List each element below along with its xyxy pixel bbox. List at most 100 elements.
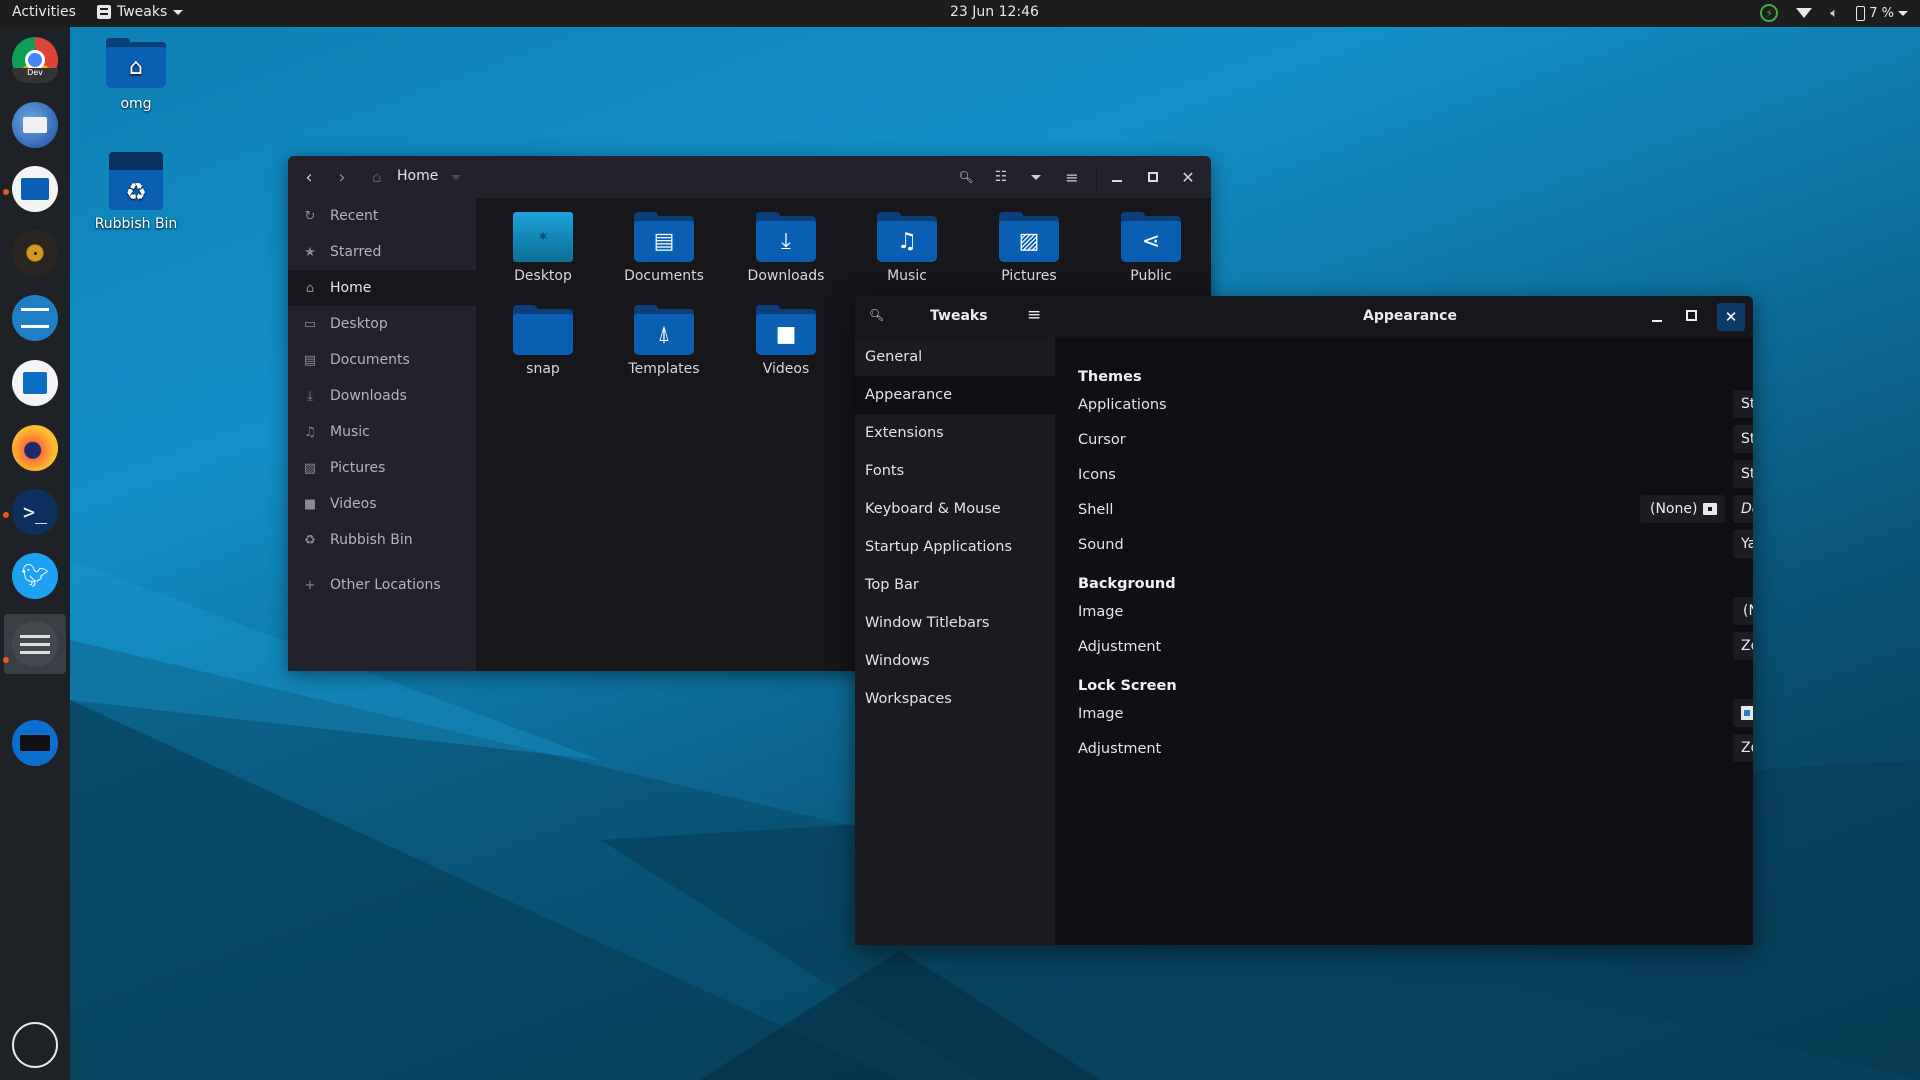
app-menu[interactable]: Tweaks [97,4,184,20]
sidebar-item-home[interactable]: ⌂ Home [288,270,476,306]
dock-item-chrome-dev[interactable]: Dev [12,37,58,83]
power-profile-icon[interactable]: ⚡ [1760,4,1779,22]
file-item-desktop[interactable]: ✶ Desktop [488,212,598,284]
home-folder-icon: ⌂ [106,38,166,90]
appearance-panel: Themes Applications StarLabs-Dark Cursor… [1055,338,1753,945]
sidebar-item-documents[interactable]: ▤ Documents [288,342,476,378]
sidebar-item-label: Downloads [330,388,407,404]
nav-item-window-titlebars[interactable]: Window Titlebars [855,604,1055,642]
desktop-icon-home[interactable]: ⌂ omg [86,38,186,112]
maximize-button[interactable] [1686,310,1697,321]
pictures-folder-icon: ▨ [999,212,1059,262]
search-icon[interactable]: 🔍︎ [955,166,977,188]
running-indicator [3,657,9,663]
file-item-templates[interactable]: ⍋ Templates [609,305,719,377]
sidebar-item-rubbish-bin[interactable]: ♻︎ Rubbish Bin [288,522,476,558]
dock-item-rhythmbox[interactable] [12,230,58,276]
dock-item-camera[interactable] [12,720,58,766]
background-adjustment-dropdown[interactable]: Zoom [1733,632,1753,660]
nav-item-extensions[interactable]: Extensions [855,414,1055,452]
nav-item-fonts[interactable]: Fonts [855,452,1055,490]
sound-theme-dropdown[interactable]: Yaru [1733,530,1753,558]
sidebar-item-starred[interactable]: ★ Starred [288,234,476,270]
file-chooser-value: (None) [1743,603,1753,619]
file-item-videos[interactable]: ■ Videos [731,305,841,377]
setting-label-sound: Sound [1078,537,1124,553]
background-image-chooser[interactable]: (None) [1733,597,1753,625]
cursor-theme-dropdown[interactable]: StarLabs [1733,425,1753,453]
setting-label-background-image: Image [1078,604,1124,620]
activities-button[interactable]: Activities [12,4,76,20]
nav-item-startup-applications[interactable]: Startup Applications [855,528,1055,566]
system-tray[interactable]: ⚡ 🔈︎ 7 % [1760,2,1908,24]
file-item-documents[interactable]: ▤ Documents [609,212,719,284]
menu-icon[interactable]: ≡ [1061,166,1083,188]
sidebar-item-other-locations[interactable]: + Other Locations [288,567,476,603]
battery-area[interactable]: 7 % [1856,5,1908,21]
file-item-label: Documents [624,268,704,284]
file-item-public[interactable]: ⋖ Public [1096,212,1206,284]
close-button[interactable]: ✕ [1717,303,1745,331]
clock[interactable]: 23 Jun 12:46 [950,4,1039,20]
sidebar-item-recent[interactable]: ↻ Recent [288,198,476,234]
twitter-icon: 🐦︎ [21,563,49,589]
maximize-button[interactable] [1142,166,1164,188]
sidebar-item-pictures[interactable]: ▨ Pictures [288,450,476,486]
dock-item-twitter[interactable]: 🐦︎ [12,553,58,599]
camera-icon [20,735,50,751]
sidebar-item-label: Rubbish Bin [330,532,413,548]
sidebar-item-desktop[interactable]: ▭ Desktop [288,306,476,342]
minimize-button[interactable] [1652,320,1662,322]
shell-theme-dropdown[interactable]: Default [1733,495,1753,523]
desktop-icon-label: Rubbish Bin [94,216,178,232]
dropdown-value: StarLabs-Dark [1741,396,1753,412]
dock-item-terminal[interactable]: >_ [12,489,58,535]
show-applications-button[interactable] [12,1022,58,1068]
dock-item-tweaks[interactable] [4,614,66,674]
sidebar-item-downloads[interactable]: ⤓ Downloads [288,378,476,414]
nav-item-workspaces[interactable]: Workspaces [855,680,1055,718]
icons-theme-dropdown[interactable]: StarLabs-Circle [1733,460,1753,488]
video-icon: ■ [303,496,317,512]
setting-label-background-adjustment: Adjustment [1078,639,1162,655]
tweaks-app-icon [97,5,111,19]
path-dropdown-icon[interactable] [451,175,461,180]
nav-item-appearance[interactable]: Appearance [855,376,1055,414]
nav-item-label: Fonts [865,463,905,479]
volume-icon[interactable]: 🔈︎ [1830,6,1838,21]
nav-item-windows[interactable]: Windows [855,642,1055,680]
nav-item-keyboard-mouse[interactable]: Keyboard & Mouse [855,490,1055,528]
list-view-icon[interactable]: ☷ [990,166,1012,188]
tweaks-nav: General Appearance Extensions Fonts Keyb… [855,338,1055,945]
menu-icon[interactable]: ≡ [1027,305,1041,325]
setting-label-cursor: Cursor [1078,432,1126,448]
minimize-button[interactable] [1106,166,1128,188]
setting-label-applications: Applications [1078,397,1167,413]
back-button[interactable]: ‹ [298,166,320,188]
wifi-icon[interactable] [1796,8,1813,18]
file-item-snap[interactable]: snap [488,305,598,377]
nav-item-general[interactable]: General [855,338,1055,376]
sidebar-item-music[interactable]: ♫ Music [288,414,476,450]
shell-theme-file-button[interactable]: (None) [1640,495,1725,523]
nav-item-top-bar[interactable]: Top Bar [855,566,1055,604]
applications-theme-dropdown[interactable]: StarLabs-Dark [1733,390,1753,418]
path-bar-home[interactable]: Home [397,168,438,184]
lock-screen-adjustment-dropdown[interactable]: Zoom [1733,734,1753,762]
view-options-icon[interactable] [1025,166,1047,188]
dock-item-news-reader[interactable] [12,295,58,341]
desktop-icon: ▭ [303,316,317,332]
desktop-icon-rubbish-bin[interactable]: ♻︎ Rubbish Bin [86,152,186,232]
forward-button[interactable]: › [331,166,353,188]
file-item-pictures[interactable]: ▨ Pictures [974,212,1084,284]
dock-item-thunderbird[interactable] [12,102,58,148]
lock-screen-image-chooser[interactable]: color-burst-1.jpg [1733,699,1753,727]
dock-item-firefox[interactable] [12,425,58,471]
sidebar-item-videos[interactable]: ■ Videos [288,486,476,522]
close-button[interactable]: ✕ [1177,166,1199,188]
file-item-music[interactable]: ♫ Music [852,212,962,284]
dock-item-files[interactable] [12,166,58,212]
search-icon[interactable]: 🔍︎ [869,308,884,322]
dock-item-software[interactable] [12,360,58,406]
file-item-downloads[interactable]: ⤓ Downloads [731,212,841,284]
